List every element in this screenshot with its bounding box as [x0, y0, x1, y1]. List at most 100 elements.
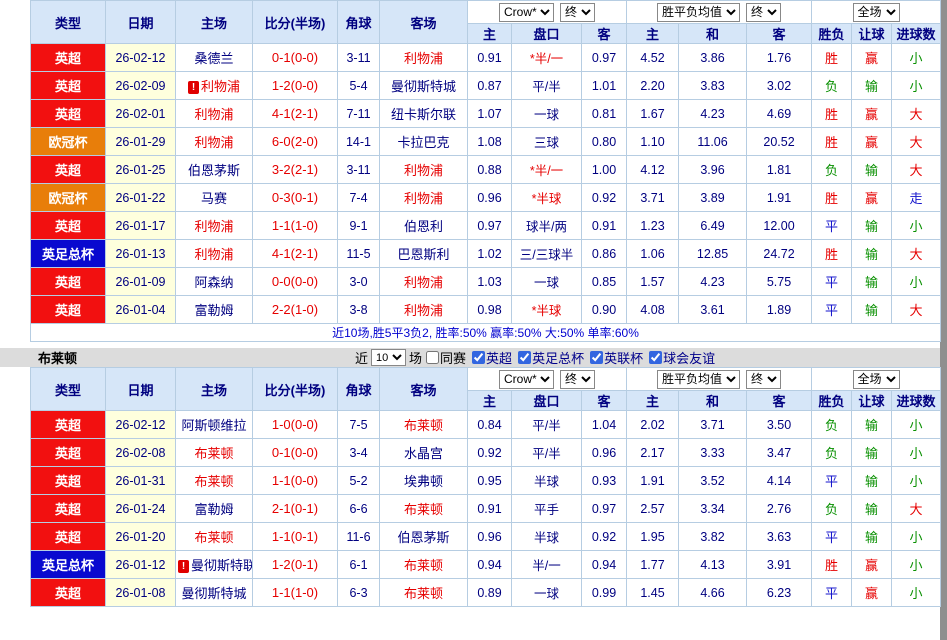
home-team[interactable]: 桑德兰	[176, 44, 253, 72]
team-name: 曼彻斯特联	[191, 558, 253, 573]
avg-away-odds: 1.81	[747, 156, 812, 184]
match-scope-select[interactable]: 全场	[853, 370, 900, 389]
filter-label: 同赛	[440, 348, 466, 367]
result-wdl: 负	[812, 439, 852, 467]
handicap: *半球	[512, 184, 582, 212]
home-team[interactable]: 阿森纳	[176, 268, 253, 296]
avg-stage-select[interactable]: 终	[746, 3, 781, 22]
avg-away-odds: 1.91	[747, 184, 812, 212]
league-type: 英超	[31, 44, 106, 72]
col-header-away: 客场	[380, 368, 468, 411]
match-count-select[interactable]: 10	[371, 349, 406, 366]
away-team[interactable]: 布莱顿	[380, 495, 468, 523]
result-wdl: 平	[812, 268, 852, 296]
handicap: *半/一	[512, 44, 582, 72]
score: 6-0(2-0)	[253, 128, 338, 156]
handicap: 平/半	[512, 72, 582, 100]
home-team[interactable]: 利物浦	[176, 128, 253, 156]
away-team[interactable]: 布莱顿	[380, 551, 468, 579]
result-handicap: 输	[852, 156, 892, 184]
away-team[interactable]: 利物浦	[380, 268, 468, 296]
away-team[interactable]: 伯恩利	[380, 212, 468, 240]
score: 0-1(0-0)	[253, 44, 338, 72]
odds-stage-select[interactable]: 终	[560, 3, 595, 22]
away-team[interactable]: 伯恩茅斯	[380, 523, 468, 551]
home-team[interactable]: 伯恩茅斯	[176, 156, 253, 184]
result-goals: 大	[892, 100, 941, 128]
score: 0-3(0-1)	[253, 184, 338, 212]
home-team[interactable]: 利物浦	[176, 212, 253, 240]
home-team[interactable]: !利物浦	[176, 72, 253, 100]
match-date: 26-01-04	[106, 296, 176, 324]
match-date: 26-02-12	[106, 411, 176, 439]
away-team[interactable]: 纽卡斯尔联	[380, 100, 468, 128]
away-team[interactable]: 利物浦	[380, 156, 468, 184]
wdl-average-select[interactable]: 胜平负均值	[657, 3, 740, 22]
avg-away-odds: 3.91	[747, 551, 812, 579]
result-wdl: 平	[812, 579, 852, 607]
wdl-average-select[interactable]: 胜平负均值	[657, 370, 740, 389]
result-wdl: 负	[812, 72, 852, 100]
team-name: 利物浦	[201, 79, 240, 94]
odds-home: 1.08	[468, 128, 512, 156]
home-team[interactable]: 马赛	[176, 184, 253, 212]
home-team[interactable]: 布莱顿	[176, 439, 253, 467]
home-team[interactable]: 布莱顿	[176, 523, 253, 551]
away-team[interactable]: 利物浦	[380, 296, 468, 324]
match-row: 英超26-02-09!利物浦1-2(0-0)5-4曼彻斯特城0.87平/半1.0…	[31, 72, 941, 100]
col-header-avg-away: 客	[747, 24, 812, 44]
home-team[interactable]: 布莱顿	[176, 467, 253, 495]
match-scope-select[interactable]: 全场	[853, 3, 900, 22]
home-team[interactable]: 曼彻斯特城	[176, 579, 253, 607]
home-team[interactable]: 富勒姆	[176, 296, 253, 324]
away-team[interactable]: 水晶宫	[380, 439, 468, 467]
away-team[interactable]: 利物浦	[380, 44, 468, 72]
away-team[interactable]: 埃弗顿	[380, 467, 468, 495]
odds-away: 0.90	[582, 296, 627, 324]
col-header-result-goals: 进球数	[892, 391, 941, 411]
bookmaker-select[interactable]: Crow*	[499, 370, 554, 389]
avg-home-odds: 4.12	[627, 156, 679, 184]
filter-checkbox[interactable]	[518, 351, 531, 364]
away-team[interactable]: 卡拉巴克	[380, 128, 468, 156]
odds-away: 0.93	[582, 467, 627, 495]
corners: 5-4	[338, 72, 380, 100]
team-name: 曼彻斯特城	[391, 79, 456, 94]
odds-stage-select[interactable]: 终	[560, 370, 595, 389]
match-row: 英超26-01-24富勒姆2-1(0-1)6-6布莱顿0.91平手0.972.5…	[31, 495, 941, 523]
avg-draw-odds: 3.52	[679, 467, 747, 495]
match-date: 26-01-09	[106, 268, 176, 296]
result-handicap: 输	[852, 411, 892, 439]
match-row: 英超26-02-01利物浦4-1(2-1)7-11纽卡斯尔联1.07一球0.81…	[31, 100, 941, 128]
filter-checkbox[interactable]	[590, 351, 603, 364]
home-team[interactable]: 利物浦	[176, 100, 253, 128]
filter-checkbox[interactable]	[426, 351, 439, 364]
away-team[interactable]: 曼彻斯特城	[380, 72, 468, 100]
odds-away: 0.86	[582, 240, 627, 268]
avg-draw-odds: 4.66	[679, 579, 747, 607]
corners: 9-1	[338, 212, 380, 240]
away-team[interactable]: 利物浦	[380, 184, 468, 212]
home-team[interactable]: 阿斯顿维拉	[176, 411, 253, 439]
handicap: 半球	[512, 523, 582, 551]
team-name: 利物浦	[404, 51, 443, 66]
odds-home: 1.02	[468, 240, 512, 268]
score: 0-0(0-0)	[253, 268, 338, 296]
col-header-result-handicap: 让球	[852, 24, 892, 44]
home-team[interactable]: 富勒姆	[176, 495, 253, 523]
result-handicap: 赢	[852, 551, 892, 579]
bookmaker-select[interactable]: Crow*	[499, 3, 554, 22]
match-date: 26-02-01	[106, 100, 176, 128]
away-team[interactable]: 布莱顿	[380, 411, 468, 439]
away-team[interactable]: 布莱顿	[380, 579, 468, 607]
result-goals: 小	[892, 72, 941, 100]
avg-stage-select[interactable]: 终	[746, 370, 781, 389]
home-team[interactable]: !曼彻斯特联	[176, 551, 253, 579]
home-team[interactable]: 利物浦	[176, 240, 253, 268]
liverpool-table-wrap: 类型 日期 主场 比分(半场) 角球 客场 Crow* 终 胜平负均值	[0, 0, 940, 342]
filter-checkbox[interactable]	[472, 351, 485, 364]
away-team[interactable]: 巴恩斯利	[380, 240, 468, 268]
avg-away-odds: 4.14	[747, 467, 812, 495]
league-type: 英超	[31, 467, 106, 495]
filter-checkbox[interactable]	[649, 351, 662, 364]
